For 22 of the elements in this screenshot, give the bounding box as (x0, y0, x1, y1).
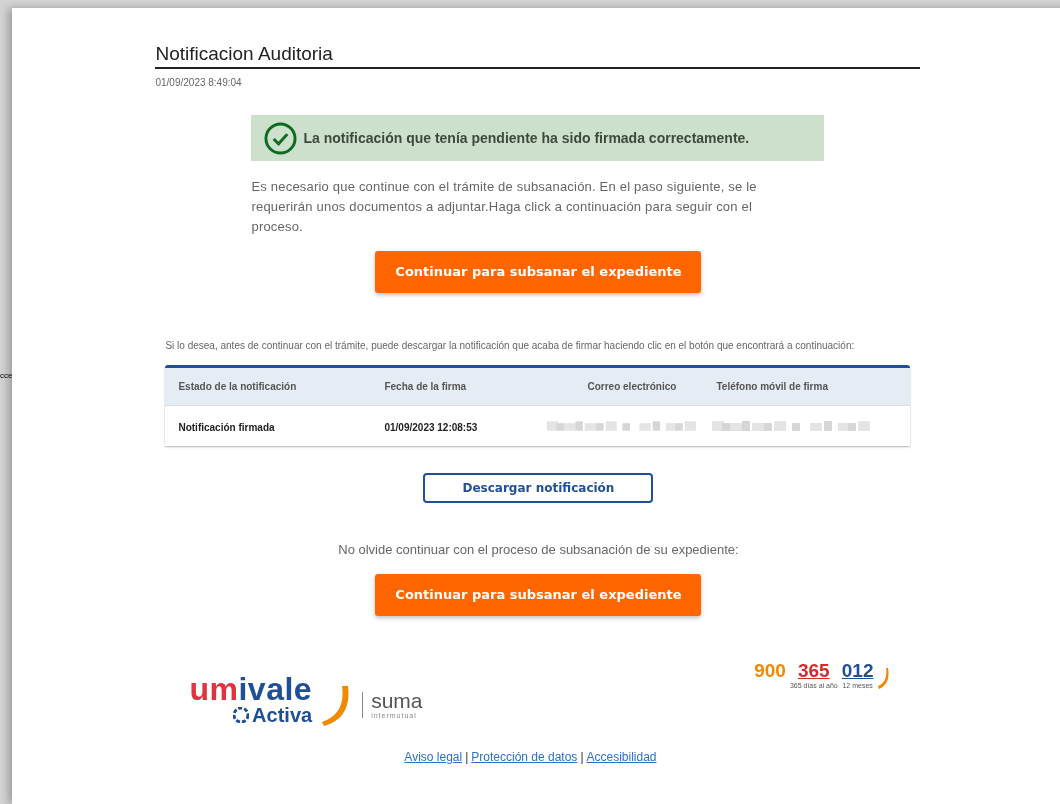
background-text: cce (0, 370, 13, 382)
check-circle-icon (264, 121, 298, 155)
column-header: Teléfono móvil de firma (715, 380, 829, 394)
column-header: Fecha de la firma (383, 380, 468, 394)
download-hint: Si lo desea, antes de continuar con el trámite, puede descargar la notificación que acaba de firmar haciendo clic en el botón que encontrará a continuación: (165, 339, 856, 353)
continue-button[interactable]: Continuar para subsanar el expediente (375, 573, 702, 616)
footer-link[interactable]: Protección de datos (471, 747, 578, 766)
link-separator: | (465, 748, 469, 766)
column-header: Correo electrónico (586, 380, 678, 394)
reminder-text: No olvide continuar con el proceso de subsanación de su expediente: (338, 541, 739, 559)
intro-text: Es necesario que continue con el trámite de subsanación. En el paso siguiente, se le requerirán unos documentos a adjuntar.Haga click a continuación para seguir con el proceso. (251, 178, 758, 236)
timestamp: 01/09/2023 8:49:04 (155, 76, 243, 90)
link-separator: | (580, 748, 584, 766)
table-cell: 01/09/2023 12:08:53 (384, 422, 478, 433)
continue-button[interactable]: Continuar para subsanar el expediente (375, 251, 702, 293)
footer-link[interactable]: Aviso legal (404, 747, 463, 766)
page-title: Notificacion Auditoria (155, 42, 334, 66)
column-header: Estado de la notificación (177, 380, 298, 394)
table-cell: Notificación firmada (178, 422, 275, 433)
success-message: La notificación que tenía pendiente ha sido firmada correctamente. (303, 128, 750, 148)
download-button[interactable]: Descargar notificación (423, 473, 654, 503)
footer-link[interactable]: Accesibilidad (586, 747, 657, 766)
